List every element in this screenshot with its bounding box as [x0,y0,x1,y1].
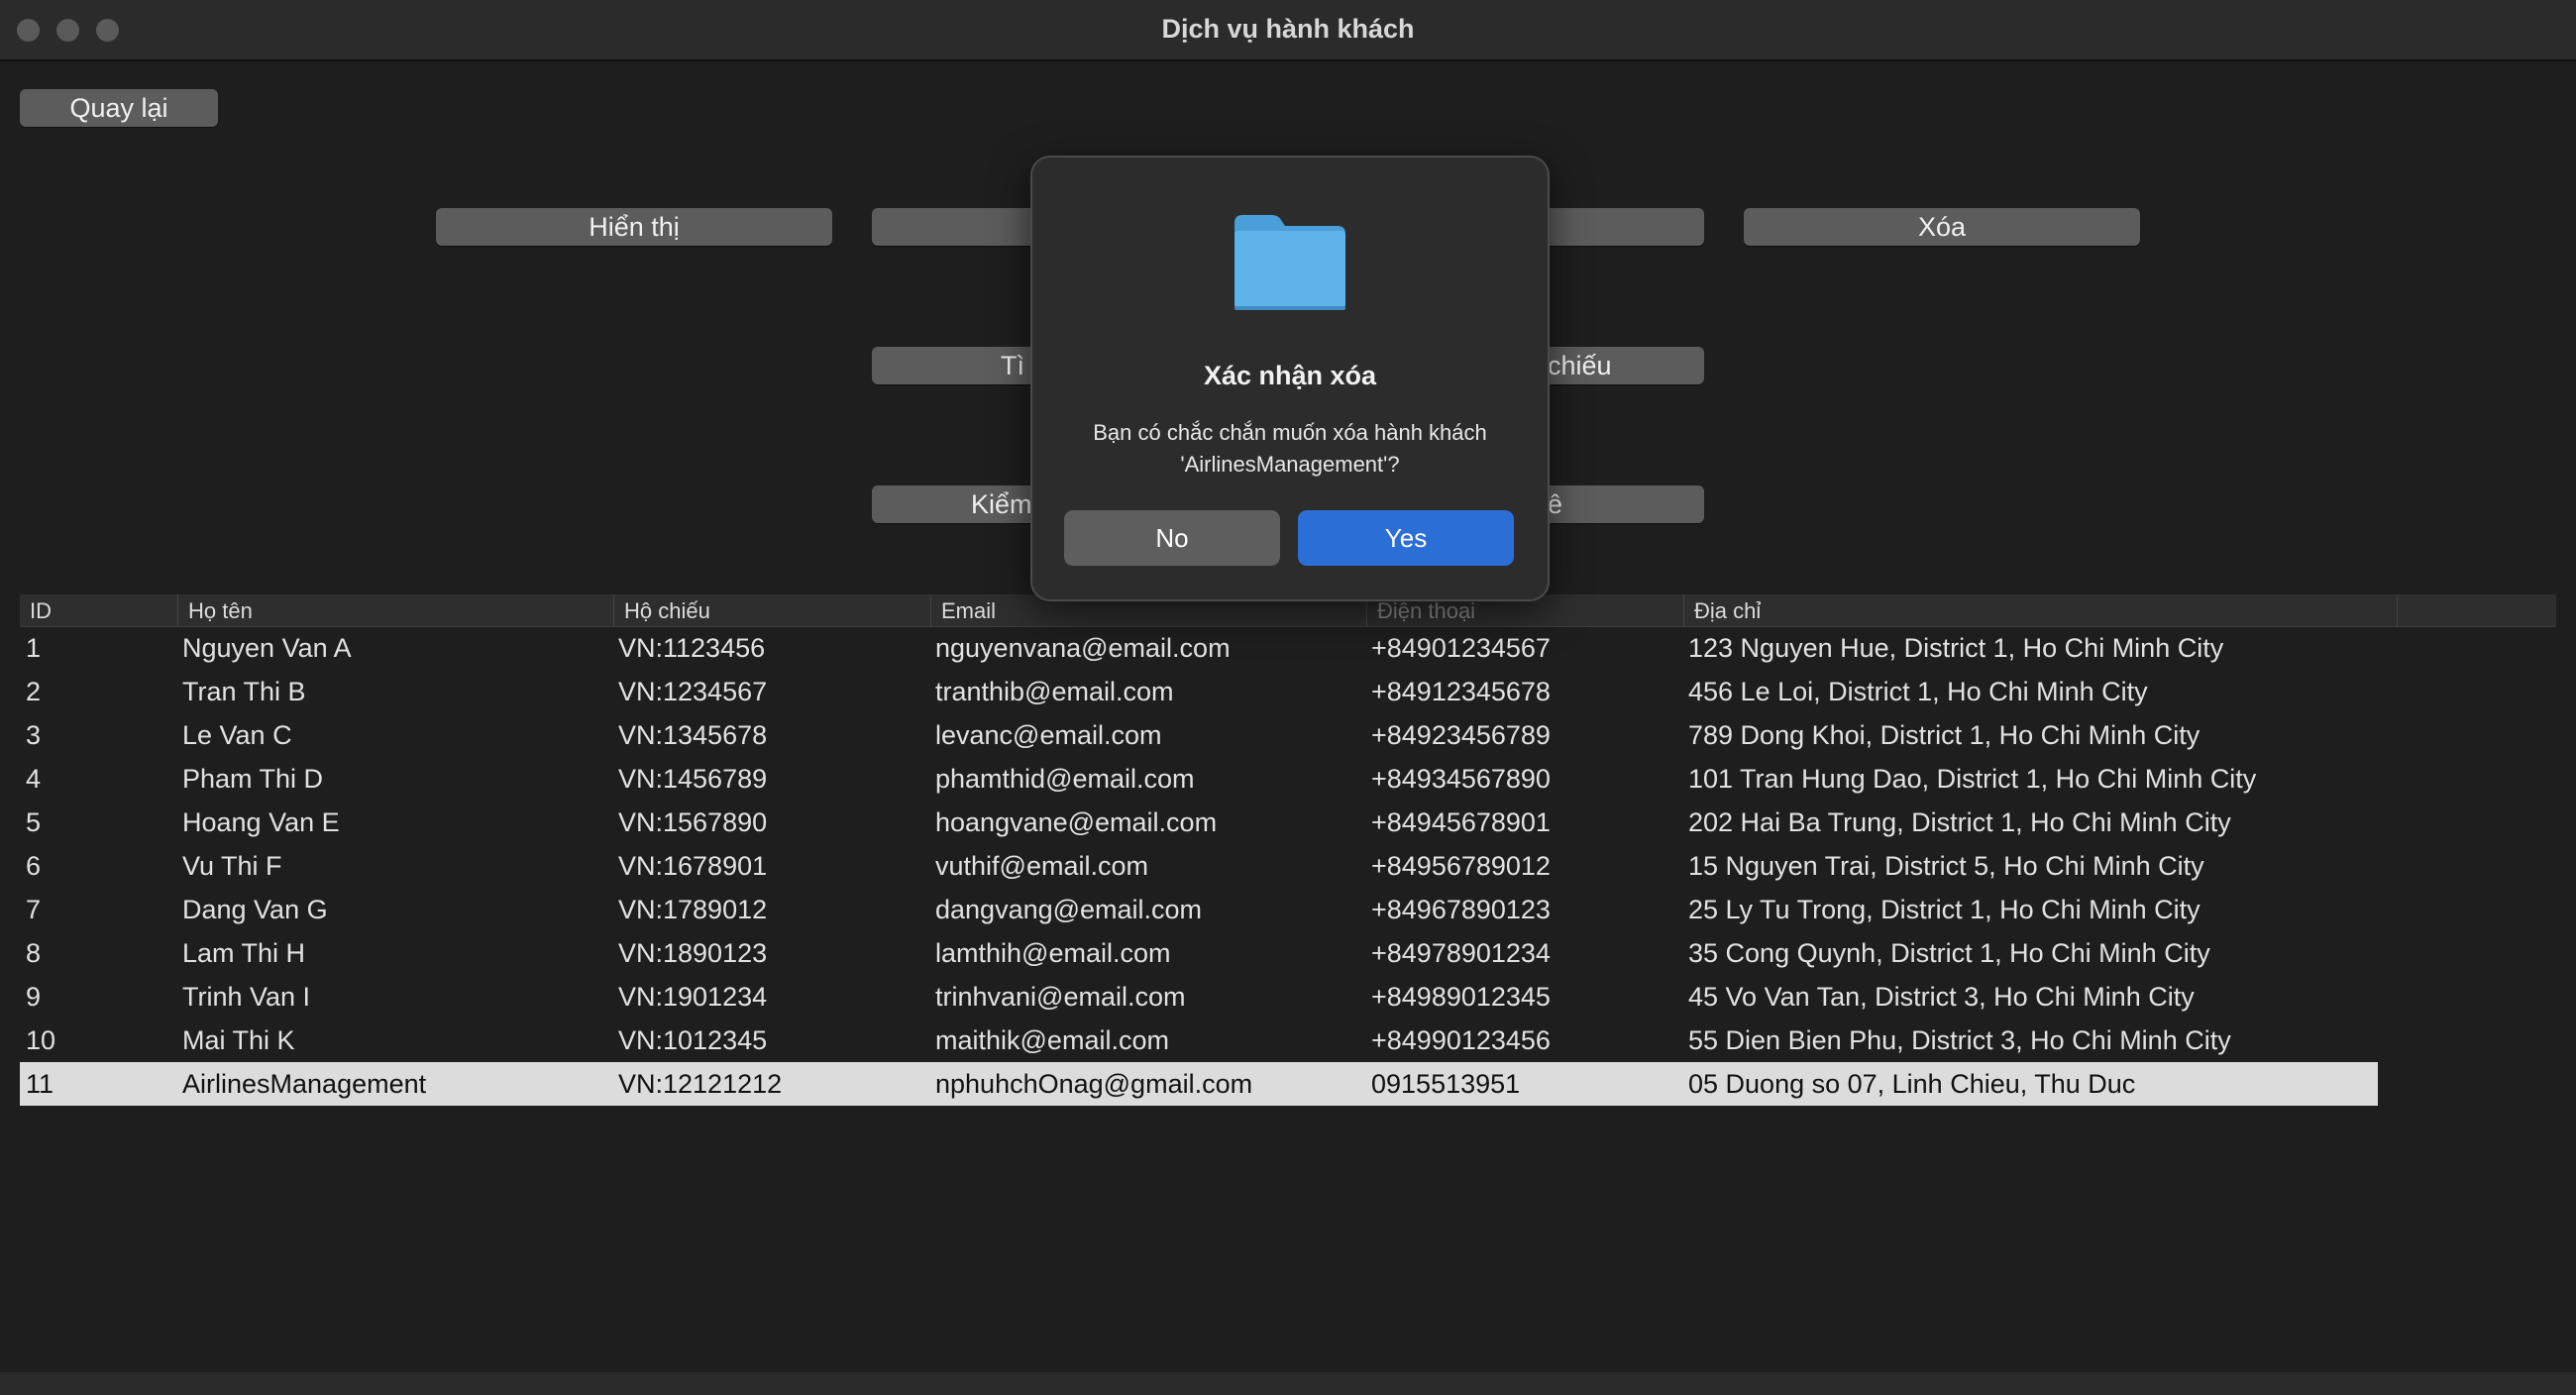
cell-email: phamthid@email.com [935,764,1195,794]
dialog-message: Bạn có chắc chắn muốn xóa hành khách 'Ai… [1093,420,1487,477]
cell-passport: VN:1567890 [618,807,768,837]
status-bar [0,1372,2576,1395]
yes-button[interactable]: Yes [1298,510,1514,566]
cell-email: vuthif@email.com [935,851,1148,881]
table-row[interactable]: 5 Hoang Van E VN:1567890 hoangvane@email.co… [20,801,2378,844]
table-row[interactable]: 3 Le Van C VN:1345678 levanc@email.com +8492… [20,713,2378,757]
table-row[interactable]: 10 Mai Thi K VN:1012345 maithik@email.com +8… [20,1019,2378,1062]
cell-address: 456 Le Loi, District 1, Ho Chi Minh City [1688,677,2148,706]
cell-address: 25 Ly Tu Trong, District 1, Ho Chi Minh … [1688,895,2200,924]
cell-name: Le Van C [182,720,292,750]
cell-address: 55 Dien Bien Phu, District 3, Ho Chi Min… [1688,1025,2231,1055]
app-window: Dịch vụ hành khách Quay lại Hiển thị Xóa… [0,0,2576,1395]
cell-address: 101 Tran Hung Dao, District 1, Ho Chi Mi… [1688,764,2257,794]
cell-name: Pham Thi D [182,764,324,794]
cell-id: 9 [26,982,42,1012]
column-header-id[interactable]: ID [20,594,178,626]
cell-passport: VN:1012345 [618,1025,768,1055]
cell-id: 4 [26,764,42,794]
table-row[interactable]: 1 Nguyen Van A VN:1123456 nguyenvana@email.… [20,626,2378,670]
cell-name: AirlinesManagement [182,1069,427,1099]
cell-address: 35 Cong Quynh, District 1, Ho Chi Minh C… [1688,938,2210,968]
cell-passport: VN:1345678 [618,720,768,750]
cell-name: Trinh Van I [182,982,311,1012]
cell-phone: 0915513951 [1371,1069,1521,1099]
cell-address: 45 Vo Van Tan, District 3, Ho Chi Minh C… [1688,982,2195,1012]
cell-name: Vu Thi F [182,851,282,881]
table-row[interactable]: 7 Dang Van G VN:1789012 dangvang@email.com +… [20,888,2378,931]
cell-email: hoangvane@email.com [935,807,1218,837]
cell-passport: VN:1123456 [618,633,766,663]
back-button[interactable]: Quay lại [20,89,218,127]
cell-phone: +84912345678 [1371,677,1551,706]
cell-id: 5 [26,807,42,837]
confirm-delete-dialog: Xác nhận xóa Bạn có chắc chắn muốn xóa h… [1030,156,1550,601]
cell-id: 2 [26,677,42,706]
cell-name: Nguyen Van A [182,633,352,663]
passenger-table[interactable]: ID Họ tên Hộ chiếu Email Điện thoại Địa … [20,594,2556,1372]
cell-name: Tran Thi B [182,677,306,706]
cell-phone: +84934567890 [1371,764,1551,794]
window-title: Dịch vụ hành khách [1161,14,1415,44]
cell-passport: VN:1789012 [618,895,768,924]
show-button[interactable]: Hiển thị [436,208,832,246]
cell-address: 123 Nguyen Hue, District 1, Ho Chi Minh … [1688,633,2224,663]
cell-id: 8 [26,938,42,968]
cell-phone: +84956789012 [1371,851,1551,881]
table-row[interactable]: 11 AirlinesManagement VN:12121212 nphuhchOn… [20,1062,2378,1106]
table-row[interactable]: 6 Vu Thi F VN:1678901 vuthif@email.com +8495… [20,844,2378,888]
cell-phone: +84945678901 [1371,807,1551,837]
table-row[interactable]: 8 Lam Thi H VN:1890123 lamthih@email.com +84… [20,931,2378,975]
cell-phone: +84967890123 [1371,895,1551,924]
cell-email: lamthih@email.com [935,938,1171,968]
cell-phone: +84989012345 [1371,982,1551,1012]
title-bar: Dịch vụ hành khách [0,0,2576,61]
cell-id: 6 [26,851,42,881]
column-header-name[interactable]: Họ tên [178,594,614,626]
cell-name: Lam Thi H [182,938,306,968]
cell-name: Hoang Van E [182,807,340,837]
cell-id: 1 [26,633,42,663]
cell-id: 10 [26,1025,56,1055]
cell-email: dangvang@email.com [935,895,1203,924]
cell-passport: VN:1234567 [618,677,768,706]
cell-address: 202 Hai Ba Trung, District 1, Ho Chi Min… [1688,807,2231,837]
cell-id: 11 [26,1069,54,1099]
cell-email: levanc@email.com [935,720,1162,750]
cell-email: maithik@email.com [935,1025,1169,1055]
cell-passport: VN:1890123 [618,938,768,968]
cell-address: 05 Duong so 07, Linh Chieu, Thu Duc [1688,1069,2136,1099]
folder-icon [1234,215,1345,310]
cell-passport: VN:1678901 [618,851,768,881]
cell-passport: VN:12121212 [618,1069,783,1099]
delete-button[interactable]: Xóa [1744,208,2140,246]
cell-name: Dang Van G [182,895,328,924]
cell-id: 3 [26,720,42,750]
cell-passport: VN:1456789 [618,764,768,794]
cell-phone: +84923456789 [1371,720,1551,750]
table-row[interactable]: 2 Tran Thi B VN:1234567 tranthib@email.com +… [20,670,2378,713]
cell-phone: +84978901234 [1371,938,1551,968]
cell-address: 789 Dong Khoi, District 1, Ho Chi Minh C… [1688,720,2200,750]
table-row[interactable]: 9 Trinh Van I VN:1901234 trinhvani@email.co… [20,975,2378,1019]
table-row[interactable]: 4 Pham Thi D VN:1456789 phamthid@email.com +… [20,757,2378,801]
cell-email: nguyenvana@email.com [935,633,1231,663]
cell-email: nphuhchOnag@gmail.com [935,1069,1253,1099]
column-header-address[interactable]: Địa chỉ [1684,594,2398,626]
no-button[interactable]: No [1064,510,1280,566]
cell-passport: VN:1901234 [618,982,768,1012]
cell-email: trinhvani@email.com [935,982,1186,1012]
cell-phone: +84990123456 [1371,1025,1551,1055]
cell-email: tranthib@email.com [935,677,1174,706]
column-header-passport[interactable]: Hộ chiếu [614,594,931,626]
dialog-title: Xác nhận xóa [1203,361,1377,390]
cell-name: Mai Thi K [182,1025,295,1055]
cell-address: 15 Nguyen Trai, District 5, Ho Chi Minh … [1688,851,2204,881]
cell-id: 7 [26,895,42,924]
cell-phone: +84901234567 [1371,633,1551,663]
